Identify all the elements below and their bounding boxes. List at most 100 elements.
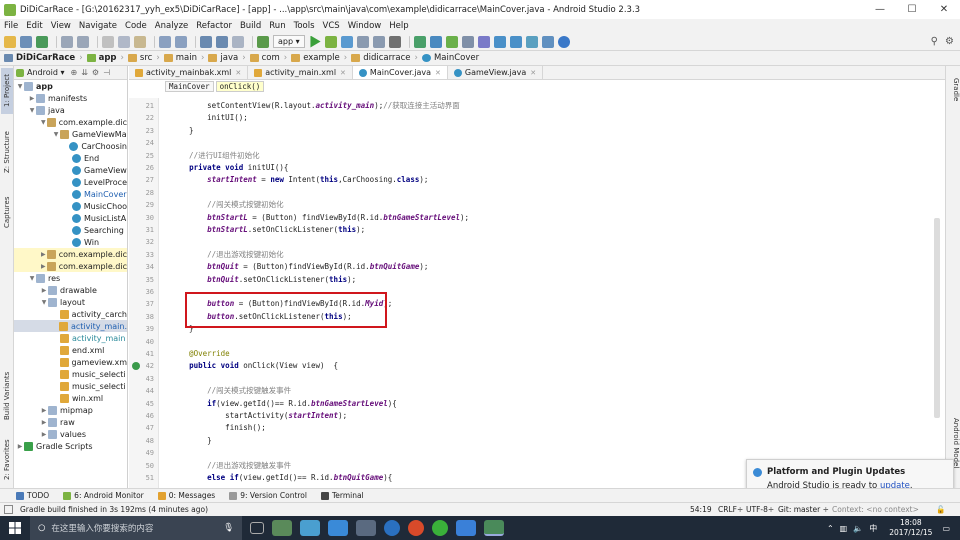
game-app-icon[interactable] <box>272 520 292 536</box>
menu-item-navigate[interactable]: Navigate <box>79 21 117 31</box>
tab-gradle[interactable]: Gradle <box>947 78 960 108</box>
tree-item[interactable]: ▶ com.example.dic <box>14 248 127 260</box>
menu-item-help[interactable]: Help <box>389 21 408 31</box>
expand-down-icon[interactable]: ▼ <box>28 275 36 282</box>
tree-item[interactable]: music_selecti <box>14 368 127 380</box>
close-tab-icon[interactable]: ✕ <box>435 69 441 77</box>
menu-item-vcs[interactable]: VCS <box>323 21 340 31</box>
tab-structure[interactable]: Z: Structure <box>1 124 13 180</box>
expand-right-icon[interactable]: ▶ <box>16 443 24 450</box>
tree-item[interactable]: activity_carch <box>14 308 127 320</box>
tab-project[interactable]: 1: Project <box>1 68 13 114</box>
tree-item[interactable]: ▼ app <box>14 80 127 92</box>
tree-item[interactable]: ▶ com.example.dic <box>14 260 127 272</box>
tree-item[interactable]: music_selecti <box>14 380 127 392</box>
line-separator[interactable]: CRLF÷ <box>718 505 743 514</box>
code-breadcrumb-item[interactable]: MainCover <box>165 80 214 92</box>
vcs-update-icon[interactable] <box>509 35 522 48</box>
microphone-icon[interactable]: 🎙 <box>223 523 234 533</box>
tree-item[interactable]: GameView <box>14 164 127 176</box>
breadcrumb-item[interactable]: app › <box>86 53 124 63</box>
chevron-up-icon[interactable]: ⌃ <box>827 524 834 533</box>
close-tab-icon[interactable]: ✕ <box>340 69 346 77</box>
menu-item-code[interactable]: Code <box>125 21 147 31</box>
breadcrumb-item[interactable]: MainCover <box>421 53 479 63</box>
tree-item[interactable]: ▶ values <box>14 428 127 440</box>
override-gutter-icon[interactable] <box>132 362 140 371</box>
tree-item[interactable]: ▼ java <box>14 104 127 116</box>
bottom-tab-terminal[interactable]: Terminal <box>320 491 364 500</box>
tree-item[interactable]: ▶ raw <box>14 416 127 428</box>
browser-icon[interactable] <box>300 520 320 536</box>
breadcrumb-item[interactable]: src › <box>127 53 160 63</box>
android-studio-taskbar-icon[interactable] <box>484 520 504 536</box>
qq-browser-icon[interactable] <box>384 520 400 536</box>
expand-right-icon[interactable]: ▶ <box>40 431 48 438</box>
tool-windows-icon[interactable] <box>4 505 13 514</box>
tab-captures[interactable]: Captures <box>1 190 13 234</box>
tab-favorites[interactable]: 2: Favorites <box>1 436 13 484</box>
editor-scrollbar[interactable] <box>933 98 941 488</box>
stop-icon[interactable] <box>388 35 401 48</box>
drawing-app-icon[interactable] <box>456 520 476 536</box>
panel-settings-icon[interactable]: ⚙ <box>92 68 99 77</box>
code-breadcrumb-item[interactable]: onClick() <box>215 80 265 92</box>
tree-item[interactable]: ▶ mipmap <box>14 404 127 416</box>
search-everywhere-icon[interactable]: ⚲ <box>931 36 938 47</box>
expand-down-icon[interactable]: ▼ <box>28 107 36 114</box>
close-button[interactable]: ✕ <box>928 0 960 19</box>
tab-build-variants[interactable]: Build Variants <box>1 366 13 426</box>
expand-down-icon[interactable]: ▼ <box>40 119 47 126</box>
vcs-commit-icon[interactable] <box>525 35 538 48</box>
tree-item[interactable]: win.xml <box>14 392 127 404</box>
breadcrumb-item[interactable]: example › <box>291 53 347 63</box>
sync-icon[interactable] <box>36 35 48 48</box>
save-all-icon[interactable] <box>20 35 32 48</box>
run-config-select[interactable]: app ▾ <box>273 35 305 48</box>
cursor-position[interactable]: 54:19 <box>690 505 712 514</box>
tree-item[interactable]: end.xml <box>14 344 127 356</box>
start-button[interactable] <box>0 516 30 540</box>
tree-item[interactable]: ▼ GameViewMa <box>14 128 127 140</box>
tree-item[interactable]: LevelProce <box>14 176 127 188</box>
minimize-button[interactable]: — <box>864 0 896 19</box>
help-icon[interactable] <box>557 35 570 48</box>
project-structure-icon[interactable] <box>461 35 474 48</box>
breadcrumb-item[interactable]: DiDiCarRace › <box>4 53 83 63</box>
project-view-select[interactable]: Android ▾ <box>27 68 65 77</box>
breadcrumb-item[interactable]: java › <box>208 53 246 63</box>
lock-icon[interactable]: 🔓 <box>936 505 945 514</box>
file-explorer-icon[interactable] <box>356 520 376 536</box>
editor-tab[interactable]: activity_mainbak.xml ✕ <box>129 66 249 79</box>
paste-icon[interactable] <box>134 35 146 48</box>
tree-item[interactable]: gameview.xm <box>14 356 127 368</box>
find-icon[interactable] <box>159 35 171 48</box>
close-tab-icon[interactable]: ✕ <box>235 69 241 77</box>
back-icon[interactable] <box>200 35 212 48</box>
tree-item[interactable]: Searching <box>14 224 127 236</box>
navigate-icon[interactable] <box>232 35 244 48</box>
debug-icon[interactable] <box>340 35 353 48</box>
tree-item[interactable]: CarChoosin <box>14 140 127 152</box>
forward-icon[interactable] <box>216 35 228 48</box>
network-icon[interactable]: ▥ <box>840 524 848 533</box>
tree-item[interactable]: ▶ manifests <box>14 92 127 104</box>
bottom-tab-0-messages[interactable]: 0: Messages <box>157 491 215 500</box>
scrollbar-thumb[interactable] <box>934 218 940 418</box>
maximize-button[interactable]: ☐ <box>896 0 928 19</box>
menu-item-analyze[interactable]: Analyze <box>155 21 189 31</box>
tree-item[interactable]: End <box>14 152 127 164</box>
attach-debugger-icon[interactable] <box>372 35 385 48</box>
breadcrumb-item[interactable]: main › <box>163 53 204 63</box>
bottom-tab-6-android-monitor[interactable]: 6: Android Monitor <box>63 491 144 500</box>
make-project-icon[interactable] <box>257 35 269 48</box>
bottom-tab-9-version-control[interactable]: 9: Version Control <box>229 491 307 500</box>
menu-item-build[interactable]: Build <box>240 21 261 31</box>
open-folder-icon[interactable] <box>4 35 16 48</box>
taskbar-search[interactable]: ○ 在这里输入你要搜索的内容 🎙 <box>30 516 242 540</box>
replace-icon[interactable] <box>175 35 187 48</box>
pinwheel-app-icon[interactable] <box>328 520 348 536</box>
tree-item[interactable]: activity_main. <box>14 320 127 332</box>
wechat-icon[interactable] <box>432 520 448 536</box>
profile-icon[interactable] <box>356 35 369 48</box>
